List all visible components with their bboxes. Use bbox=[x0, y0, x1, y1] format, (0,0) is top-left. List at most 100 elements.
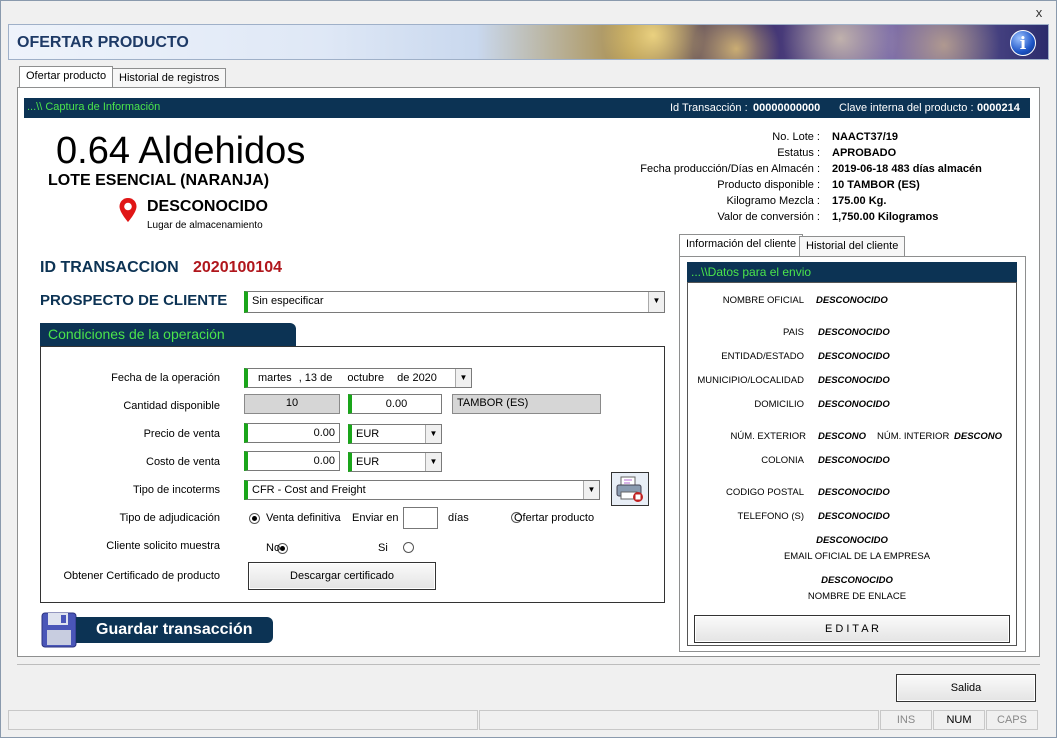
detail-label-conversion: Valor de conversión : bbox=[717, 211, 820, 223]
status-caps: CAPS bbox=[986, 710, 1038, 730]
fecha-dia: martes bbox=[258, 372, 292, 384]
detail-label-fecha: Fecha producción/Días en Almacén : bbox=[640, 163, 820, 175]
enviar-dias-input[interactable] bbox=[403, 507, 438, 529]
id-transaccion-number: 2020100104 bbox=[193, 259, 282, 276]
info-header-bar: ...\\ Captura de Información Id Transacc… bbox=[24, 98, 1030, 118]
detail-label-estatus: Estatus : bbox=[777, 147, 820, 159]
client-municipio-value: DESCONOCIDO bbox=[818, 375, 890, 386]
client-email-value: DESCONOCIDO bbox=[816, 535, 888, 546]
chevron-down-icon[interactable]: ▼ bbox=[455, 369, 471, 387]
client-domicilio-label: DOMICILIO bbox=[754, 399, 804, 410]
print-button[interactable] bbox=[611, 472, 649, 506]
cantidad-input[interactable]: 0.00 bbox=[348, 394, 442, 414]
tab-informacion-cliente[interactable]: Información del cliente bbox=[679, 234, 804, 256]
adjudicacion-label: Tipo de adjudicación bbox=[119, 512, 221, 524]
costo-moneda-select[interactable]: EUR ▼ bbox=[348, 452, 442, 472]
detail-value-conversion: 1,750.00 Kilogramos bbox=[832, 211, 939, 223]
unidad-field: TAMBOR (ES) bbox=[452, 394, 601, 414]
guardar-transaccion-button[interactable]: Guardar transacción bbox=[76, 617, 273, 643]
status-ins: INS bbox=[880, 710, 932, 730]
floppy-disk-icon[interactable] bbox=[40, 611, 80, 649]
status-cell-secondary bbox=[479, 710, 879, 730]
chevron-down-icon[interactable]: ▼ bbox=[425, 425, 441, 443]
costo-label: Costo de venta bbox=[146, 456, 220, 468]
muestra-label: Cliente solicito muestra bbox=[106, 540, 220, 552]
title-bar: OFERTAR PRODUCTO i bbox=[8, 24, 1049, 60]
info-icon[interactable]: i bbox=[1010, 30, 1036, 56]
section-title: ...\\ Captura de Información bbox=[27, 101, 161, 113]
precio-moneda-value: EUR bbox=[356, 428, 380, 440]
id-transaccion-label: Id Transacción : bbox=[670, 102, 748, 114]
fecha-anio: de 2020 bbox=[397, 372, 437, 384]
client-colonia-label: COLONIA bbox=[761, 455, 804, 466]
precio-label: Precio de venta bbox=[143, 428, 220, 440]
client-telefono-label: TELEFONO (S) bbox=[737, 511, 804, 522]
incoterms-value: CFR - Cost and Freight bbox=[252, 484, 366, 496]
precio-input[interactable]: 0.00 bbox=[244, 423, 340, 443]
client-num-int-label: NÚM. INTERIOR bbox=[877, 431, 950, 442]
enviar-en-label: Enviar en bbox=[352, 512, 399, 524]
client-nombre-value: DESCONOCIDO bbox=[816, 295, 888, 306]
certificado-label: Obtener Certificado de producto bbox=[63, 570, 220, 582]
client-cp-value: DESCONOCIDO bbox=[818, 487, 890, 498]
tab-historial-cliente[interactable]: Historial del cliente bbox=[799, 236, 906, 256]
detail-value-kilogramo: 175.00 Kg. bbox=[832, 195, 887, 207]
detail-value-estatus: APROBADO bbox=[832, 147, 897, 159]
dias-label: días bbox=[448, 512, 469, 524]
ofertar-producto-label: Ofertar producto bbox=[514, 512, 595, 524]
fecha-picker[interactable]: martes , 13 de octubre de 2020 ▼ bbox=[244, 368, 472, 388]
product-name: 0.64 Aldehidos bbox=[56, 130, 306, 172]
client-domicilio-value: DESCONOCIDO bbox=[818, 399, 890, 410]
printer-icon bbox=[616, 476, 643, 502]
location-caption: Lugar de almacenamiento bbox=[147, 220, 263, 231]
muestra-si-radio[interactable] bbox=[403, 541, 415, 553]
clave-interna-value: 0000214 bbox=[977, 102, 1020, 114]
condiciones-title: Condiciones de la operación bbox=[40, 323, 296, 346]
client-num-ext-value: DESCONO bbox=[818, 431, 867, 442]
id-transaccion-title: ID TRANSACCION bbox=[40, 259, 179, 276]
tab-ofertar-producto[interactable]: Ofertar producto bbox=[19, 66, 114, 88]
venta-definitiva-radio[interactable] bbox=[249, 512, 260, 524]
client-num-int-value: DESCONO bbox=[954, 431, 1003, 442]
detail-value-disponible: 10 TAMBOR (ES) bbox=[832, 179, 920, 191]
client-num-ext-label: NÚM. EXTERIOR bbox=[730, 431, 806, 442]
client-enlace-label: NOMBRE DE ENLACE bbox=[807, 591, 907, 602]
incoterms-label: Tipo de incoterms bbox=[132, 484, 220, 496]
prospecto-label: PROSPECTO DE CLIENTE bbox=[40, 292, 228, 309]
client-colonia-value: DESCONOCIDO bbox=[818, 455, 890, 466]
client-entidad-value: DESCONOCIDO bbox=[818, 351, 890, 362]
costo-input[interactable]: 0.00 bbox=[244, 451, 340, 471]
incoterms-select[interactable]: CFR - Cost and Freight ▼ bbox=[244, 480, 600, 500]
precio-moneda-select[interactable]: EUR ▼ bbox=[348, 424, 442, 444]
costo-moneda-value: EUR bbox=[356, 456, 380, 468]
chevron-down-icon[interactable]: ▼ bbox=[425, 453, 441, 471]
client-pais-label: PAIS bbox=[783, 327, 804, 338]
chevron-down-icon[interactable]: ▼ bbox=[583, 481, 599, 499]
location-value: DESCONOCIDO bbox=[147, 198, 268, 215]
status-num: NUM bbox=[933, 710, 985, 730]
detail-label-lote: No. Lote : bbox=[772, 131, 820, 143]
bottom-divider bbox=[17, 664, 1040, 665]
fecha-label: Fecha de la operación bbox=[111, 372, 220, 384]
fecha-num: , 13 de bbox=[298, 372, 333, 384]
detail-value-lote: NAACT37/19 bbox=[832, 131, 899, 143]
status-cell-main bbox=[8, 710, 478, 730]
window-title: OFERTAR PRODUCTO bbox=[17, 34, 189, 51]
descargar-certificado-button[interactable]: Descargar certificado bbox=[248, 562, 436, 590]
client-cp-label: CODIGO POSTAL bbox=[726, 487, 804, 498]
client-municipio-label: MUNICIPIO/LOCALIDAD bbox=[697, 375, 804, 386]
prospecto-select[interactable]: Sin especificar ▼ bbox=[244, 291, 665, 313]
product-subtitle: LOTE ESENCIAL (NARANJA) bbox=[48, 172, 270, 189]
detail-label-disponible: Producto disponible : bbox=[717, 179, 820, 191]
venta-definitiva-label: Venta definitiva bbox=[266, 512, 341, 524]
chevron-down-icon[interactable]: ▼ bbox=[648, 292, 664, 312]
tab-historial-registros[interactable]: Historial de registros bbox=[112, 68, 227, 88]
editar-button[interactable]: E D I T A R bbox=[694, 615, 1010, 643]
close-window-button[interactable]: x bbox=[1031, 6, 1047, 20]
client-pais-value: DESCONOCIDO bbox=[818, 327, 890, 338]
client-telefono-value: DESCONOCIDO bbox=[818, 511, 890, 522]
id-transaccion-value: 00000000000 bbox=[753, 102, 821, 114]
salida-button[interactable]: Salida bbox=[896, 674, 1036, 702]
detail-label-kilogramo: Kilogramo Mezcla : bbox=[726, 195, 820, 207]
client-email-label: EMAIL OFICIAL DE LA EMPRESA bbox=[783, 551, 931, 562]
